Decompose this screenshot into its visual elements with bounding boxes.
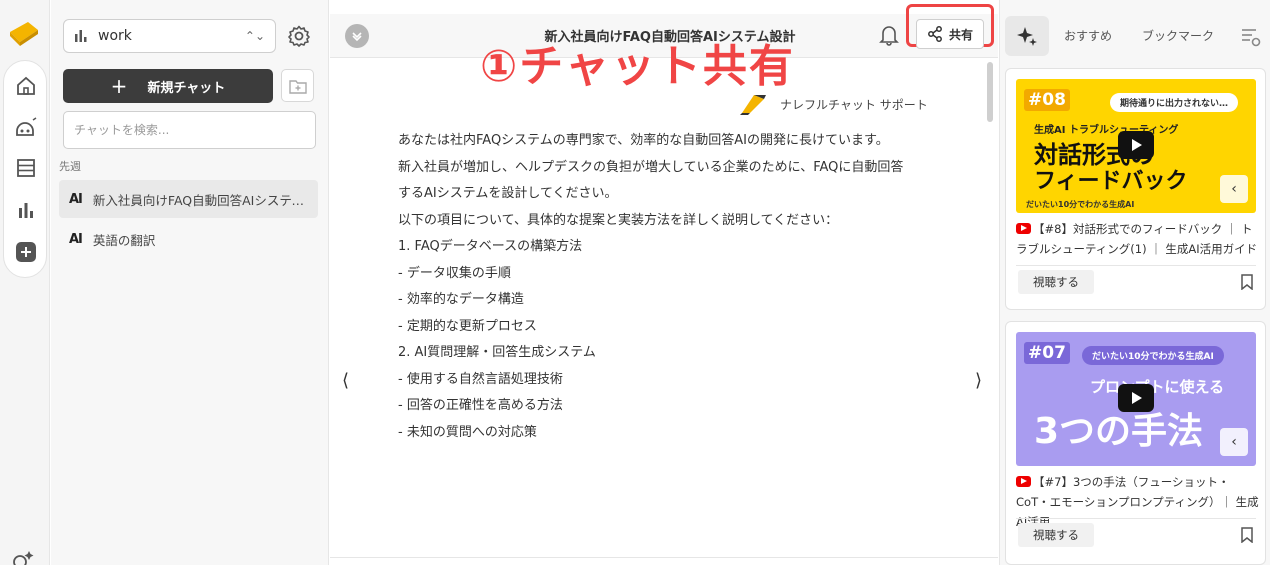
list-icon[interactable] xyxy=(13,155,39,181)
video-pill: 期待通りに出力されない… xyxy=(1110,93,1239,112)
message-line: - 定期的な更新プロセス xyxy=(398,318,537,334)
play-icon[interactable] xyxy=(1118,384,1154,412)
right-panel-tabs: おすすめ ブックマーク xyxy=(1000,14,1270,58)
message-line: 1. FAQデータベースの構築方法 xyxy=(398,239,583,254)
video-number: #08 xyxy=(1024,89,1070,111)
home-icon[interactable] xyxy=(13,73,39,99)
chevron-down-icon xyxy=(352,32,362,42)
folder-plus-icon xyxy=(288,79,307,94)
chat-item[interactable]: AI 英語の翻訳 xyxy=(59,220,318,258)
divider xyxy=(1016,518,1256,519)
bookmark-icon[interactable] xyxy=(1240,527,1254,543)
plus-icon: + xyxy=(110,74,128,98)
ai-model-icon: AI xyxy=(69,231,83,247)
section-label: 先週 xyxy=(59,160,81,173)
message-line: - 効率的なデータ構造 xyxy=(398,292,524,307)
video-subtitle: プロンプトに使える xyxy=(1090,378,1225,396)
workspace-name: work xyxy=(98,28,132,44)
tab-ai-sparkle[interactable] xyxy=(1005,16,1049,56)
divider xyxy=(330,557,998,558)
message-line: - 使用する自然言語処理技術 xyxy=(398,371,563,387)
message-line: - データ収集の手順 xyxy=(398,265,511,281)
video-number: #07 xyxy=(1024,342,1070,364)
add-icon[interactable] xyxy=(13,239,39,265)
video-card[interactable]: #08 期待通りに出力されない… 生成AI トラブルシューティング 対話形式の … xyxy=(1005,68,1266,310)
video-subtitle: 生成AI トラブルシューティング xyxy=(1034,125,1179,136)
panel-settings-icon[interactable] xyxy=(1240,26,1262,48)
ai-model-icon: AI xyxy=(69,191,83,207)
video-title-text: 【#8】対話形式でのフィードバック ｜ トラブルシューティング(1) ｜ 生成A… xyxy=(1016,222,1258,256)
next-arrow-button[interactable]: ⟩ xyxy=(975,370,982,391)
analytics-icon[interactable] xyxy=(13,197,39,223)
icon-rail xyxy=(0,0,50,565)
share-label: 共有 xyxy=(948,27,973,42)
chat-item-label: 新入社員向けFAQ自動回答AIシステム... xyxy=(92,192,308,208)
message-body: あなたは社内FAQシステムの専門家で、効率的な自動回答AIの開発に長けています。… xyxy=(398,128,928,446)
new-chat-button[interactable]: + 新規チャット xyxy=(63,69,273,103)
message-line: 2. AI質問理解・回答生成システム xyxy=(398,345,596,360)
video-pill: だいたい10分でわかる生成AI xyxy=(1082,346,1224,365)
share-button[interactable]: 共有 xyxy=(916,19,984,49)
sparkle-icon xyxy=(1017,27,1037,46)
watch-button[interactable]: 視聴する xyxy=(1018,523,1094,547)
message-line: - 未知の質問への対応策 xyxy=(398,424,537,440)
message-line: - 回答の正確性を高める方法 xyxy=(398,398,563,413)
video-footer: だいたい10分でわかる生成AI xyxy=(1026,200,1135,209)
bookmark-icon[interactable] xyxy=(1240,274,1254,290)
watch-button[interactable]: 視聴する xyxy=(1018,270,1094,294)
assistant-brand: ナレフルチャット サポート xyxy=(740,93,928,115)
right-panel: おすすめ ブックマーク #08 期待通りに出力されない… 生成AI トラブルシュ… xyxy=(999,0,1270,565)
chevron-left-icon[interactable]: ‹ xyxy=(1220,428,1248,456)
youtube-icon xyxy=(1016,223,1031,234)
workspace-select[interactable]: work ⌃⌄ xyxy=(63,19,276,53)
prev-arrow-button[interactable]: ⟨ xyxy=(342,370,349,391)
bell-icon[interactable] xyxy=(879,24,899,46)
video-thumbnail[interactable]: #07 だいたい10分でわかる生成AI プロンプトに使える 3つの手法 ‹ xyxy=(1016,332,1256,466)
brand-name: ナレフルチャット サポート xyxy=(780,97,928,112)
chevron-updown-icon: ⌃⌄ xyxy=(244,29,265,43)
new-folder-button[interactable] xyxy=(281,69,314,102)
chat-search-input[interactable] xyxy=(63,111,316,149)
sidebar: work ⌃⌄ + 新規チャット 先週 AI 新入社員向けFAQ自動回答AIシス… xyxy=(51,0,329,565)
video-title[interactable]: 【#8】対話形式でのフィードバック ｜ トラブルシューティング(1) ｜ 生成A… xyxy=(1016,219,1260,259)
message-line: あなたは社内FAQシステムの専門家で、効率的な自動回答AIの開発に長けています。 xyxy=(398,133,889,148)
chat-item[interactable]: AI 新入社員向けFAQ自動回答AIシステム... xyxy=(59,180,318,218)
divider xyxy=(1016,265,1256,266)
rail-nav-group xyxy=(3,60,47,278)
share-icon xyxy=(928,26,942,42)
video-card[interactable]: #07 だいたい10分でわかる生成AI プロンプトに使える 3つの手法 ‹ 【#… xyxy=(1005,321,1266,565)
chevron-left-icon[interactable]: ‹ xyxy=(1220,175,1248,203)
bar-chart-icon xyxy=(75,30,87,42)
app-logo-icon[interactable] xyxy=(8,18,40,50)
brand-logo-icon xyxy=(740,95,766,115)
tab-recommended[interactable]: おすすめ xyxy=(1064,27,1112,44)
scrollbar[interactable] xyxy=(987,62,993,122)
message-line: するAIシステムを設計してください。 xyxy=(398,186,618,201)
tab-bookmarks[interactable]: ブックマーク xyxy=(1142,27,1214,44)
gear-icon[interactable] xyxy=(287,24,311,48)
chat-item-label: 英語の翻訳 xyxy=(92,232,156,248)
message-line: 以下の項目について、具体的な提案と実装方法を詳しく説明してください： xyxy=(398,212,839,228)
new-chat-label: 新規チャット xyxy=(147,80,226,96)
annotation-label: ①チャット共有 xyxy=(480,41,795,92)
video-headline-2: フィードバック xyxy=(1034,169,1188,194)
collapse-button[interactable] xyxy=(345,24,369,48)
youtube-icon xyxy=(1016,476,1031,487)
play-icon[interactable] xyxy=(1118,131,1154,159)
assistant-icon[interactable] xyxy=(13,115,39,141)
sparkle-settings-icon[interactable] xyxy=(12,548,36,565)
message-line: 新入社員が増加し、ヘルプデスクの負担が増大している企業のために、FAQに自動回答 xyxy=(398,159,904,175)
chat-main: 新入社員向けFAQ自動回答AIシステム設計 共有 ①チャット共有 ナレフルチャッ… xyxy=(330,0,998,565)
video-thumbnail[interactable]: #08 期待通りに出力されない… 生成AI トラブルシューティング 対話形式の … xyxy=(1016,79,1256,213)
video-title-text: 【#7】3つの手法（フューショット・CoT・エモーションプロンプティング）｜ 生… xyxy=(1016,475,1259,529)
